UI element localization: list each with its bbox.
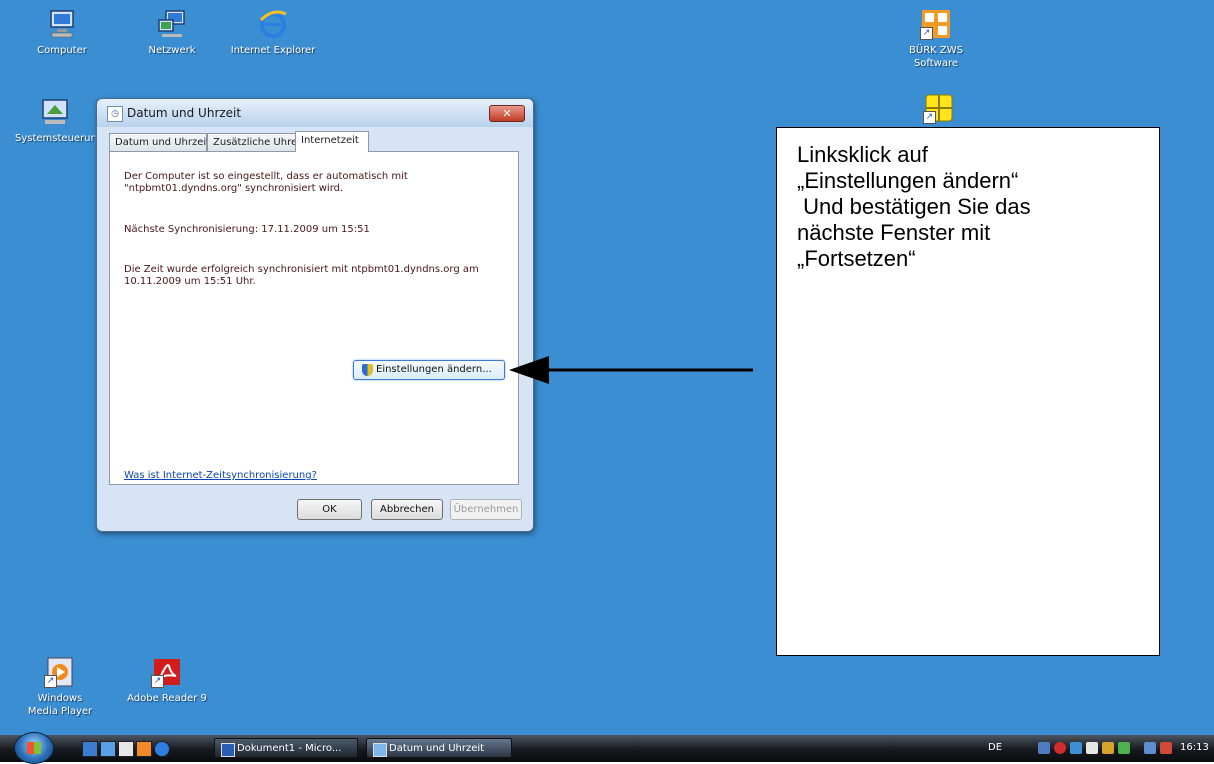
shortcut-arrow-icon: ↗ <box>151 675 164 688</box>
sync-success-text-line1: Die Zeit wurde erfolgreich synchronisier… <box>124 264 479 275</box>
internet-time-panel: Der Computer ist so eingestellt, dass er… <box>109 151 519 485</box>
control-panel-icon <box>39 96 71 128</box>
clock-icon <box>373 743 387 757</box>
tab-internet-time[interactable]: Internetzeit <box>295 131 369 152</box>
desktop-icon-adobe-reader[interactable]: ↗ Adobe Reader 9 <box>122 656 212 705</box>
desktop-icon-control-panel[interactable]: Systemsteuerung <box>15 96 95 145</box>
sync-success-text-line2: 10.11.2009 um 15:51 Uhr. <box>124 276 256 287</box>
computer-icon <box>46 8 78 40</box>
windows-logo-icon <box>27 742 41 754</box>
desktop-icon-network[interactable]: Netzwerk <box>127 8 217 57</box>
tray-display-icon[interactable] <box>1086 742 1098 754</box>
quicklaunch-internet-explorer-icon[interactable] <box>154 741 170 757</box>
tray-app-icon[interactable] <box>1070 742 1082 754</box>
pointer-arrow <box>509 356 753 384</box>
tray-security-icon[interactable] <box>1054 742 1066 754</box>
apply-button[interactable]: Übernehmen <box>450 499 522 520</box>
desktop: Computer Netzwerk Internet Explorer ↗ BÜ… <box>0 0 1214 735</box>
network-status-icon[interactable] <box>1144 742 1156 754</box>
instruction-callout: Linksklick auf „Einstellungen ändern“ Un… <box>776 127 1160 656</box>
start-button[interactable] <box>14 732 54 764</box>
adobe-reader-icon: ↗ <box>151 656 183 688</box>
tray-device-icon[interactable] <box>1038 742 1050 754</box>
quicklaunch-switch-windows-icon[interactable] <box>100 741 116 757</box>
quicklaunch-calendar-icon[interactable] <box>118 741 134 757</box>
language-indicator[interactable]: DE <box>988 742 1002 753</box>
desktop-icon-internet-explorer[interactable]: Internet Explorer <box>228 8 318 57</box>
chip-card-icon: ↗ <box>923 92 955 124</box>
buerk-app-icon: ↗ <box>920 8 952 40</box>
clock-icon: ◷ <box>107 106 123 122</box>
tab-date-time[interactable]: Datum und Uhrzeit <box>109 133 210 151</box>
tray-tool-icon[interactable] <box>1102 742 1114 754</box>
internet-time-help-link[interactable]: Was ist Internet-Zeitsynchronisierung? <box>124 470 317 481</box>
desktop-icon-computer[interactable]: Computer <box>17 8 107 57</box>
task-date-time[interactable]: Datum und Uhrzeit <box>366 738 512 758</box>
media-player-icon: ↗ <box>44 656 76 688</box>
next-sync-text: Nächste Synchronisierung: 17.11.2009 um … <box>124 224 370 235</box>
system-clock[interactable]: 16:13 <box>1180 742 1209 753</box>
instruction-line-1: Linksklick auf <box>797 142 928 167</box>
desktop-icon-buerk-zws[interactable]: ↗ BÜRK ZWS Software <box>886 8 986 70</box>
taskbar: Dokument1 - Micro... Datum und Uhrzeit D… <box>0 732 1214 764</box>
change-settings-button[interactable]: Einstellungen ändern... <box>353 360 505 380</box>
instruction-line-4: nächste Fenster mit <box>797 220 991 245</box>
quicklaunch-media-icon[interactable] <box>136 741 152 757</box>
dialog-title: Datum und Uhrzeit <box>127 106 242 120</box>
word-document-icon <box>221 743 235 757</box>
instruction-line-5: „Fortsetzen“ <box>797 246 916 271</box>
instruction-line-3: Und bestätigen Sie das <box>797 194 1031 219</box>
shortcut-arrow-icon: ↗ <box>44 675 57 688</box>
shortcut-arrow-icon: ↗ <box>923 111 936 124</box>
task-word-document[interactable]: Dokument1 - Micro... <box>214 738 358 758</box>
instruction-line-2: „Einstellungen ändern“ <box>797 168 1019 193</box>
ok-button[interactable]: OK <box>297 499 362 520</box>
tab-additional-clocks[interactable]: Zusätzliche Uhren <box>207 133 303 151</box>
internet-explorer-icon <box>257 8 289 40</box>
auto-sync-text-line2: "ntpbmt01.dyndns.org" synchronisiert wir… <box>124 183 344 194</box>
shortcut-arrow-icon: ↗ <box>920 27 933 40</box>
auto-sync-text-line1: Der Computer ist so eingestellt, dass er… <box>124 171 408 182</box>
dialog-titlebar[interactable]: ◷ Datum und Uhrzeit ✕ <box>97 99 533 127</box>
desktop-icon-chip-app[interactable]: ↗ <box>894 92 984 128</box>
desktop-icon-windows-media-player[interactable]: ↗ Windows Media Player <box>15 656 105 718</box>
volume-icon[interactable] <box>1160 742 1172 754</box>
change-settings-label: Einstellungen ändern... <box>376 364 492 375</box>
uac-shield-icon <box>362 364 373 376</box>
cancel-button[interactable]: Abbrechen <box>371 499 443 520</box>
network-icon <box>156 8 188 40</box>
tray-update-icon[interactable] <box>1118 742 1130 754</box>
close-button[interactable]: ✕ <box>489 105 525 122</box>
quicklaunch-desktop-icon[interactable] <box>82 741 98 757</box>
date-time-dialog: ◷ Datum und Uhrzeit ✕ Datum und Uhrzeit … <box>96 98 534 532</box>
